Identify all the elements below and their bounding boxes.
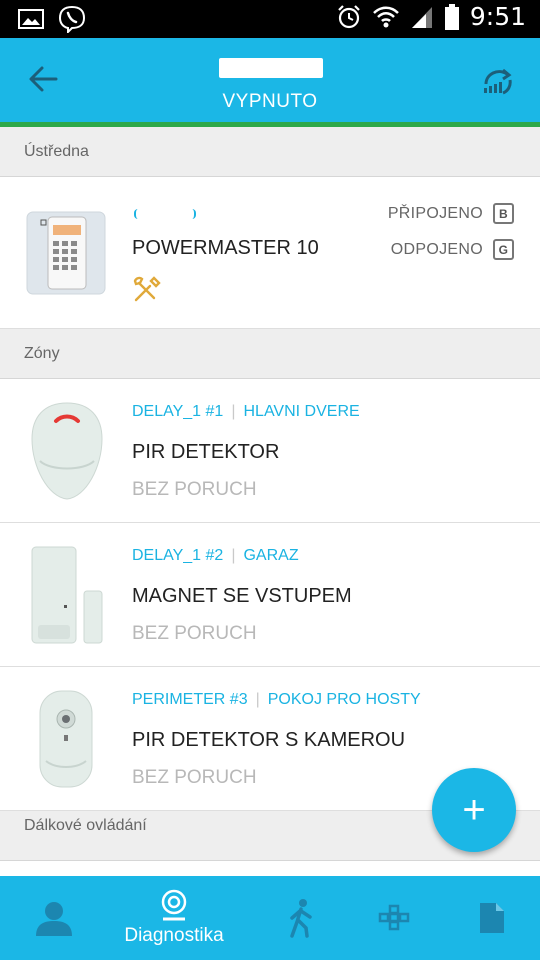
devices-grid-icon	[378, 904, 410, 931]
section-header-panel: Ústředna	[0, 127, 540, 177]
section-title: Zóny	[24, 345, 60, 362]
zone-type: DELAY_1 #2	[132, 547, 224, 564]
zone-status: BEZ PORUCH	[132, 767, 257, 788]
section-title: Dálkové ovládání	[24, 817, 147, 834]
magnet-contact-thumbnail	[31, 546, 103, 644]
viber-notification-icon	[58, 5, 86, 33]
zone-name: MAGNET SE VSTUPEM	[132, 585, 352, 607]
add-device-button[interactable]: +	[432, 768, 516, 852]
nav-events[interactable]	[438, 876, 540, 960]
zone-status: BEZ PORUCH	[132, 623, 257, 644]
pir-camera-thumbnail	[39, 690, 93, 788]
control-panel-thumbnail	[26, 211, 106, 295]
zone-tag-line: DELAY_1 #1 | HLAVNI DVERE	[132, 403, 360, 420]
section-header-zones: Zóny	[0, 329, 540, 379]
zone-row[interactable]: DELAY_1 #2 | GARAZ MAGNET SE VSTUPEM BEZ P…	[0, 523, 540, 667]
connection-broadband: PŘIPOJENO B	[388, 203, 514, 224]
battery-icon	[444, 3, 459, 30]
zone-type: PERIMETER #3	[132, 691, 248, 708]
redacted-panel-title	[219, 58, 323, 78]
signal-icon	[411, 6, 432, 28]
sync-icon[interactable]	[480, 62, 516, 96]
diagnostics-icon	[161, 889, 187, 921]
pir-detector-thumbnail	[31, 402, 103, 500]
document-icon	[480, 903, 504, 933]
zone-name: PIR DETEKTOR S KAMEROU	[132, 729, 406, 751]
zone-status: BEZ PORUCH	[132, 479, 257, 500]
walking-person-icon	[290, 899, 312, 938]
alarm-clock-icon	[338, 4, 360, 28]
remote-row-partial	[0, 861, 540, 876]
zone-row[interactable]: DELAY_1 #1 | HLAVNI DVERE PIR DETEKTOR BEZ…	[0, 379, 540, 523]
connection-label: ODPOJENO	[390, 240, 483, 258]
zone-tag-line: DELAY_1 #2 | GARAZ	[132, 547, 299, 564]
plus-icon: +	[462, 788, 486, 832]
panel-row[interactable]: POWERMASTER 10 PŘIPOJENO B ODPOJENO G	[0, 177, 540, 329]
nav-activity[interactable]	[246, 876, 354, 960]
zone-tag-line: PERIMETER #3 | POKOJ PRO HOSTY	[132, 691, 421, 708]
connection-badge: B	[493, 203, 514, 224]
connection-label: PŘIPOJENO	[387, 204, 483, 222]
panel-id-redacted	[134, 209, 196, 219]
service-tools-icon	[133, 276, 161, 302]
nav-user[interactable]	[0, 876, 108, 960]
panel-name: POWERMASTER 10	[132, 237, 319, 259]
status-bar: 9:51	[0, 0, 540, 38]
connection-gprs: ODPOJENO G	[391, 239, 514, 260]
nav-diagnostics[interactable]: Diagnostika	[112, 876, 236, 960]
bottom-navigation: Diagnostika	[0, 876, 540, 960]
zone-name: PIR DETEKTOR	[132, 441, 280, 463]
wifi-icon	[372, 6, 399, 27]
user-icon	[36, 902, 72, 936]
zone-location: GARAZ	[243, 547, 299, 564]
app-bar: VYPNUTO	[0, 38, 540, 122]
section-title: Ústředna	[24, 143, 89, 160]
zone-type: DELAY_1 #1	[132, 403, 224, 420]
zone-location: HLAVNI DVERE	[243, 403, 360, 420]
nav-label: Diagnostika	[124, 925, 224, 946]
connection-badge: G	[493, 239, 514, 260]
nav-devices[interactable]	[342, 876, 450, 960]
gallery-notification-icon	[18, 9, 44, 29]
system-state: VYPNUTO	[222, 91, 318, 112]
zone-location: POKOJ PRO HOSTY	[267, 691, 421, 708]
clock: 9:51	[469, 2, 526, 31]
